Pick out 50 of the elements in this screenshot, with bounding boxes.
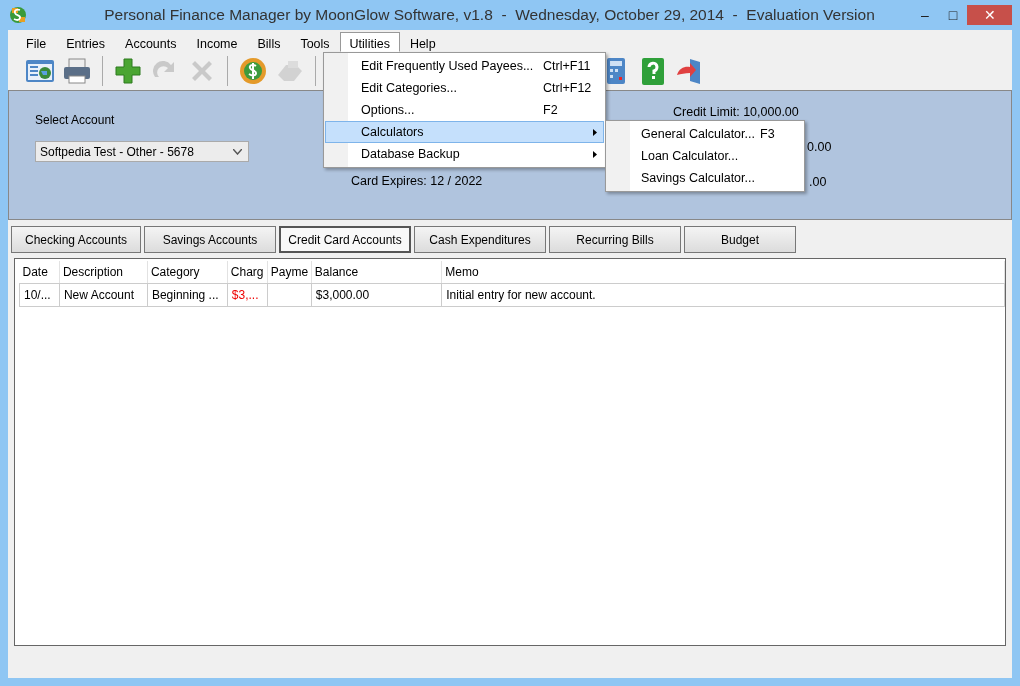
card-expires-text: Card Expires: 12 / 2022 (351, 173, 483, 191)
column-header[interactable]: Memo (441, 261, 1005, 284)
window-title: Personal Finance Manager by MoonGlow Software, v1.8 - Wednesday, October 29, 2014 - Evaluation Version (103, 5, 876, 26)
amount-text: 0.00 (807, 138, 832, 156)
table-cell: Initial entry for new account. (441, 283, 1005, 307)
tab[interactable]: Cash Expenditures (414, 226, 546, 253)
menu-item[interactable]: Income (186, 32, 248, 52)
chevron-down-icon (233, 149, 242, 155)
menu-item[interactable]: Accounts (115, 32, 187, 52)
credit-limit-text: Credit Limit: 10,000.00 (673, 104, 799, 121)
table-cell: $3,... (227, 283, 268, 307)
menu-item[interactable]: Help (399, 32, 446, 52)
tab[interactable]: Savings Accounts (144, 226, 276, 253)
menu-item[interactable]: Savings Calculator... (606, 167, 804, 189)
column-header[interactable]: Category (147, 261, 228, 284)
menu-item[interactable]: Loan Calculator... (606, 145, 804, 167)
maximize-button[interactable]: □ (939, 5, 967, 25)
column-header[interactable]: Balance (311, 261, 442, 284)
menu-item[interactable]: Options... F2 (325, 99, 604, 121)
account-select[interactable]: Softpedia Test - Other - 5678 (35, 141, 249, 162)
plus-icon[interactable] (112, 55, 144, 87)
tab[interactable]: Credit Card Accounts (279, 226, 411, 253)
dollar-coin-icon[interactable] (237, 55, 269, 87)
column-header[interactable]: Charg (227, 261, 268, 284)
table-cell: $3,000.00 (311, 283, 442, 307)
menu-item[interactable]: Calculators (325, 121, 604, 143)
menu-item[interactable]: Database Backup (325, 143, 604, 165)
table-cell: New Account (59, 283, 148, 307)
minimize-button[interactable]: – (911, 5, 939, 25)
menu-item[interactable]: Utilities (339, 32, 400, 52)
menu-item[interactable]: Bills (247, 32, 291, 52)
tab[interactable]: Checking Accounts (11, 226, 141, 253)
printer-icon[interactable] (61, 55, 93, 87)
table-cell: Beginning ... (147, 283, 228, 307)
menu-item[interactable]: Entries (56, 32, 116, 52)
field-label: Select Account (35, 112, 116, 129)
close-button[interactable]: ✕ (967, 5, 1012, 25)
tab[interactable]: Budget (684, 226, 796, 253)
menu-item[interactable]: File (16, 32, 57, 52)
menu-item[interactable]: Edit Categories... Ctrl+F12 (325, 77, 604, 99)
column-header[interactable]: Payme (267, 261, 312, 284)
column-header[interactable]: Date (19, 261, 60, 284)
tab[interactable]: Recurring Bills (549, 226, 681, 253)
menu-item[interactable]: Edit Frequently Used Payees... Ctrl+F11 (325, 55, 604, 77)
app-icon (8, 5, 28, 25)
amount-text: .00 (809, 173, 827, 191)
table-cell: 10/... (19, 283, 60, 307)
column-header[interactable]: Description (59, 261, 148, 284)
menu-item[interactable]: General Calculator... F3 (606, 123, 804, 145)
menu-item[interactable]: Tools (290, 32, 340, 52)
